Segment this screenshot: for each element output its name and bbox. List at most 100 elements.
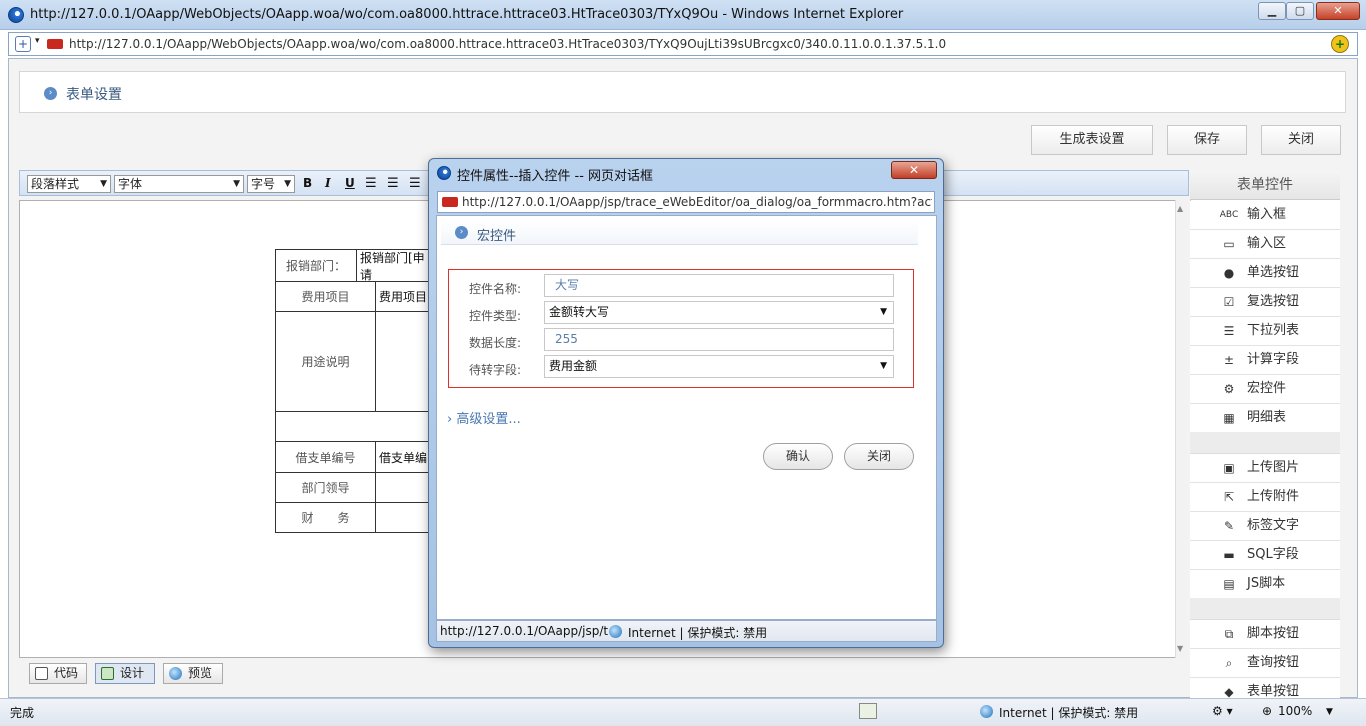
panel-item-group1-6[interactable]: ⚙ 宏控件	[1190, 375, 1340, 404]
add-icon[interactable]: +	[15, 36, 31, 52]
certificate-icon[interactable]	[859, 703, 877, 719]
align-left-icon[interactable]: ☰	[365, 176, 377, 191]
dept-field[interactable]: 报销部门[申请	[356, 249, 436, 282]
font-select[interactable]: 字体 ▼	[114, 175, 244, 193]
panel-item-icon: ☰	[1223, 324, 1235, 338]
chevron-down-icon: ▼	[100, 179, 107, 189]
section-header: › 宏控件	[441, 220, 918, 245]
scroll-down-icon[interactable]: ▼	[1177, 644, 1183, 653]
tab-code[interactable]: 代码	[29, 663, 87, 684]
panel-item-label: 上传图片	[1247, 460, 1300, 475]
target-select[interactable]: 费用金额 ▼	[544, 355, 894, 378]
panel-item-group2-0[interactable]: ▣ 上传图片	[1190, 454, 1340, 483]
dept-label: 报销部门：	[275, 249, 357, 282]
finance-field[interactable]	[375, 502, 436, 533]
panel-item-icon: ▭	[1223, 237, 1235, 251]
length-input[interactable]: 255	[544, 328, 894, 351]
zoom-level[interactable]: 100%	[1278, 704, 1312, 718]
protected-mode-icon[interactable]: ⚙ ▾	[1212, 704, 1233, 718]
panel-item-group2-1[interactable]: ⇱ 上传附件	[1190, 483, 1340, 512]
panel-item-group1-7[interactable]: ▦ 明细表	[1190, 404, 1340, 433]
font-value: 字体	[118, 177, 143, 191]
name-label: 控件名称:	[468, 282, 521, 296]
close-window-button[interactable]: ✕	[1316, 2, 1360, 20]
design-icon	[101, 667, 114, 680]
panel-item-label: 输入区	[1247, 236, 1287, 251]
panel-item-group2-2[interactable]: ✎ 标签文字	[1190, 512, 1340, 541]
zone-text: Internet | 保护模式: 禁用	[999, 706, 1139, 720]
address-bar[interactable]: + ▾ http://127.0.0.1/OAapp/WebObjects/OA…	[8, 32, 1358, 56]
page-header: › 表单设置	[19, 71, 1346, 113]
page-icon	[47, 39, 63, 49]
panel-item-label: 计算字段	[1247, 352, 1300, 367]
dialog-close-icon[interactable]: ✕	[891, 161, 937, 179]
item-label: 费用项目	[275, 281, 376, 312]
panel-item-icon: ⇱	[1223, 490, 1235, 504]
panel-item-label: SQL字段	[1247, 547, 1299, 562]
panel-item-group1-0[interactable]: ABC 输入框	[1190, 201, 1340, 230]
panel-item-label: 上传附件	[1247, 489, 1300, 504]
maximize-button[interactable]: ▢	[1286, 2, 1314, 20]
go-icon[interactable]: +	[1331, 35, 1349, 53]
loan-field[interactable]: 借支单编	[375, 441, 436, 473]
panel-item-group1-1[interactable]: ▭ 输入区	[1190, 230, 1340, 259]
name-input[interactable]: 大写	[544, 274, 894, 297]
panel-item-label: 复选按钮	[1247, 294, 1300, 309]
address-url[interactable]: http://127.0.0.1/OAapp/WebObjects/OAapp.…	[69, 37, 946, 51]
chevron-down-icon[interactable]: ▾	[35, 36, 40, 46]
usage-label: 用途说明	[275, 311, 376, 412]
align-center-icon[interactable]: ☰	[387, 176, 399, 191]
target-label: 待转字段:	[468, 363, 521, 377]
panel-item-label: 单选按钮	[1247, 265, 1300, 280]
finance-label: 财 务	[275, 502, 376, 533]
chevron-right-icon: ›	[447, 412, 457, 427]
tab-design-label: 设计	[120, 666, 145, 680]
tab-preview-label: 预览	[188, 666, 213, 680]
editor-scrollbar[interactable]: ▲ ▼	[1175, 200, 1187, 658]
leader-field[interactable]	[375, 472, 436, 503]
type-value: 金额转大写	[549, 305, 610, 319]
panel-item-group2-4[interactable]: ▤ JS脚本	[1190, 570, 1340, 599]
font-size-select[interactable]: 字号 ▼	[247, 175, 295, 193]
italic-button[interactable]: I	[325, 176, 331, 190]
panel-item-group2-3[interactable]: ▬ SQL字段	[1190, 541, 1340, 570]
tab-design[interactable]: 设计	[95, 663, 155, 684]
paragraph-style-value: 段落样式	[31, 177, 80, 191]
panel-item-group3-1[interactable]: ⌕ 查询按钮	[1190, 649, 1340, 678]
underline-button[interactable]: U	[345, 176, 355, 190]
panel-item-group1-3[interactable]: ☑ 复选按钮	[1190, 288, 1340, 317]
dialog-address-bar: http://127.0.0.1/OAapp/jsp/trace_eWebEdi…	[437, 191, 935, 213]
length-label: 数据长度:	[468, 336, 521, 350]
type-select[interactable]: 金额转大写 ▼	[544, 301, 894, 324]
generate-table-button[interactable]: 生成表设置	[1031, 125, 1153, 155]
minimize-button[interactable]: ▁	[1258, 2, 1286, 20]
panel-item-group1-5[interactable]: ± 计算字段	[1190, 346, 1340, 375]
usage-field[interactable]	[375, 311, 436, 412]
bold-button[interactable]: B	[303, 176, 312, 190]
ok-button[interactable]: 确认	[763, 443, 833, 470]
item-field[interactable]: 费用项目	[375, 281, 436, 312]
panel-item-icon: ⚙	[1223, 382, 1235, 396]
dialog-body: › 宏控件 控件名称: 大写 控件类型: 金额转大写 ▼ 数据长度: 255 待转…	[436, 215, 937, 620]
paragraph-style-select[interactable]: 段落样式 ▼	[27, 175, 111, 193]
globe-icon	[609, 625, 622, 638]
panel-separator	[1190, 432, 1340, 454]
close-button[interactable]: 关闭	[1261, 125, 1341, 155]
align-right-icon[interactable]: ☰	[409, 176, 421, 191]
scroll-up-icon[interactable]: ▲	[1177, 204, 1183, 213]
panel-item-icon: ▣	[1223, 461, 1235, 475]
save-button[interactable]: 保存	[1167, 125, 1247, 155]
dialog-close-button[interactable]: 关闭	[844, 443, 914, 470]
panel-item-icon: ABC	[1219, 210, 1239, 220]
chevron-down-icon[interactable]: ▼	[1326, 707, 1333, 717]
panel-item-label: 表单按钮	[1247, 684, 1300, 699]
panel-separator	[1190, 598, 1340, 620]
panel-item-group3-0[interactable]: ⧉ 脚本按钮	[1190, 620, 1340, 649]
advanced-settings-link[interactable]: › 高级设置...	[447, 408, 521, 427]
dialog-zone-text: Internet | 保护模式: 禁用	[628, 626, 768, 640]
panel-item-group1-4[interactable]: ☰ 下拉列表	[1190, 317, 1340, 346]
panel-item-group1-2[interactable]: ● 单选按钮	[1190, 259, 1340, 288]
zoom-icon[interactable]: ⊕	[1262, 704, 1272, 718]
tab-preview[interactable]: 预览	[163, 663, 223, 684]
panel-item-label: 明细表	[1247, 410, 1287, 425]
